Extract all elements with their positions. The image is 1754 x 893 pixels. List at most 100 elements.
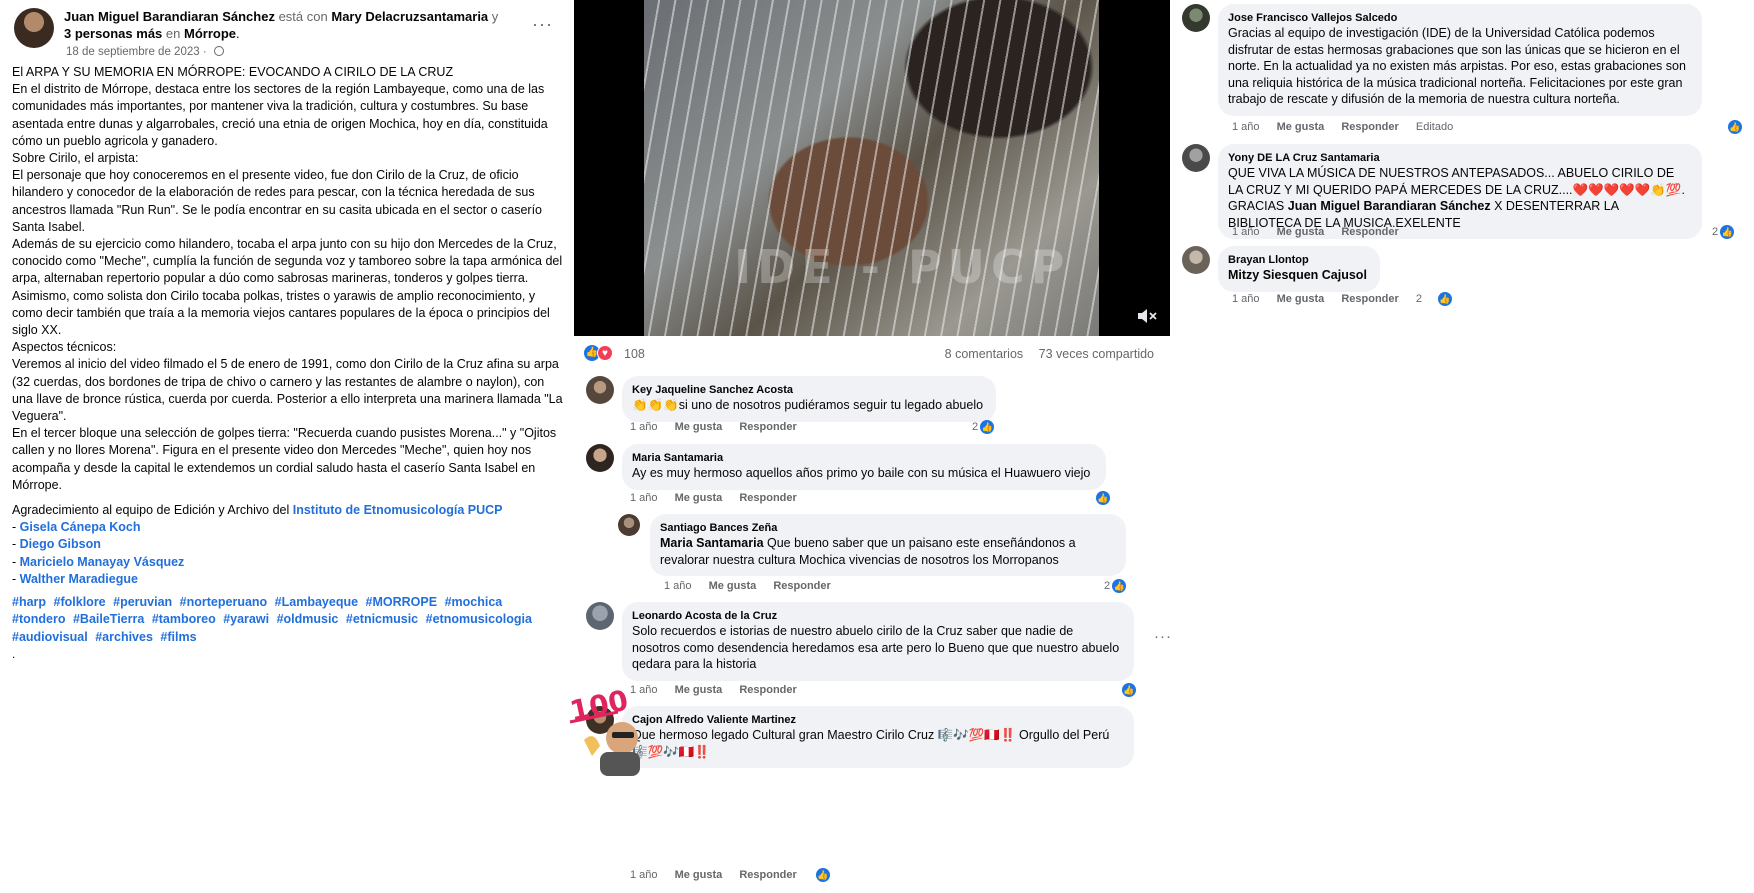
more-options-icon[interactable]: ··· [532, 14, 553, 35]
hashtag[interactable]: #Lambayeque [275, 595, 358, 609]
reply-button[interactable]: Responder [739, 421, 796, 433]
video-player[interactable]: IDE - PUCP [574, 0, 1170, 336]
commenter-avatar[interactable] [586, 376, 614, 404]
hashtag[interactable]: #mochica [445, 595, 503, 609]
reply-button[interactable]: Responder [1341, 226, 1398, 238]
like-button[interactable]: Me gusta [675, 492, 723, 504]
comment-reactions[interactable]: 2 👍 [972, 420, 995, 434]
comment-time[interactable]: 1 año [630, 869, 658, 881]
commenter-avatar[interactable] [1182, 246, 1210, 274]
commenter-name[interactable]: Santiago Bances Zeña [660, 521, 1114, 535]
reply-button[interactable]: Responder [739, 492, 796, 504]
place-link[interactable]: Mórrope [184, 26, 236, 41]
comment-actions: 1 año Me gusta Responder [630, 421, 811, 433]
mention-link[interactable]: Maria Santamaria [660, 536, 764, 550]
commenter-avatar[interactable] [586, 602, 614, 630]
commenter-name[interactable]: Maria Santamaria [632, 451, 1094, 465]
comment: Leonardo Acosta de la Cruz Solo recuerdo… [586, 602, 1176, 702]
author-name[interactable]: Juan Miguel Barandiaran Sánchez [64, 9, 275, 24]
post-date-text[interactable]: 18 de septiembre de 2023 [66, 46, 200, 58]
hashtag[interactable]: #audiovisual [12, 630, 88, 644]
commenter-name[interactable]: Brayan Llontop [1228, 253, 1368, 267]
commenter-avatar[interactable] [618, 514, 640, 536]
comment-reactions[interactable]: 👍 [1726, 120, 1742, 134]
commenter-name[interactable]: Key Jaqueline Sanchez Acosta [632, 383, 984, 397]
comment: Yony DE LA Cruz Santamaria QUE VIVA LA M… [1182, 144, 1742, 240]
hashtag[interactable]: #harp [12, 595, 46, 609]
tagged-person[interactable]: Mary Delacruzsantamaria [331, 9, 488, 24]
hashtag[interactable]: #etnicmusic [346, 612, 418, 626]
institute-link[interactable]: Instituto de Etnomusicología PUCP [293, 503, 503, 517]
collaborator-item: - Maricielo Manayay Vásquez [12, 554, 185, 569]
hashtag[interactable]: #yarawi [223, 612, 269, 626]
like-icon[interactable]: 👍 [1438, 292, 1452, 306]
reply-button[interactable]: Responder [773, 580, 830, 592]
comment-count[interactable]: 8 comentarios [945, 347, 1024, 361]
mention-link[interactable]: Mitzy Siesquen Cajusol [1228, 268, 1367, 282]
collaborator-item: - Gisela Cánepa Koch [12, 520, 141, 535]
like-button[interactable]: Me gusta [1277, 293, 1325, 305]
speaker-muted-icon[interactable] [1136, 306, 1158, 326]
comment-reactions[interactable]: 2 👍 [1712, 225, 1735, 239]
comment-time[interactable]: 1 año [664, 580, 692, 592]
reply-button[interactable]: Responder [1341, 293, 1398, 305]
mention-link[interactable]: Juan Miguel Barandiaran Sánchez [1288, 199, 1491, 213]
comment-time[interactable]: 1 año [630, 421, 658, 433]
comment-more-icon[interactable]: ··· [1154, 628, 1172, 645]
commenter-name[interactable]: Cajon Alfredo Valiente Martinez [632, 713, 1122, 727]
hashtag[interactable]: #MORROPE [366, 595, 438, 609]
comment-reactions[interactable]: 👍 [1094, 491, 1110, 505]
hashtag[interactable]: #tondero [12, 612, 65, 626]
comment-actions: 1 año Me gusta Responder [1232, 226, 1413, 238]
like-button[interactable]: Me gusta [1277, 121, 1325, 133]
like-button[interactable]: Me gusta [675, 684, 723, 696]
commenter-avatar[interactable] [1182, 4, 1210, 32]
hashtag[interactable]: #etnomusicologia [426, 612, 532, 626]
hashtag[interactable]: #folklore [54, 595, 106, 609]
like-button[interactable]: Me gusta [675, 869, 723, 881]
reaction-count[interactable]: 108 [624, 347, 645, 361]
commenter-name[interactable]: Jose Francisco Vallejos Salcedo [1228, 11, 1690, 25]
hashtag[interactable]: #norteperuano [180, 595, 268, 609]
comment-time[interactable]: 1 año [1232, 226, 1260, 238]
with-word: está con [278, 9, 328, 24]
author-avatar[interactable] [14, 8, 54, 48]
hashtag[interactable]: #archives [95, 630, 153, 644]
thanks-prefix: Agradecimiento al equipo de Edición y Ar… [12, 503, 290, 518]
comment-actions: 1 año Me gusta Responder Editado [1232, 121, 1467, 133]
others-link[interactable]: 3 personas más [64, 26, 162, 41]
share-count[interactable]: 73 veces compartido [1039, 347, 1154, 361]
comment-reactions[interactable]: 2 👍 [1104, 579, 1127, 593]
commenter-avatar[interactable] [586, 444, 614, 472]
reaction-icons[interactable]: 👍 ♥ [584, 345, 613, 361]
collaborator-link[interactable]: Diego Gibson [20, 537, 101, 551]
commenter-name[interactable]: Leonardo Acosta de la Cruz [632, 609, 1122, 623]
hashtag[interactable]: #peruvian [113, 595, 172, 609]
comment-text: 👏👏👏si uno de nosotros pudiéramos seguir … [632, 398, 984, 412]
like-button[interactable]: Me gusta [1277, 226, 1325, 238]
hashtag[interactable]: #BaileTierra [73, 612, 144, 626]
comment-time[interactable]: 1 año [1232, 293, 1260, 305]
reply-button[interactable]: Responder [1341, 121, 1398, 133]
comment-reactions[interactable]: 👍 [1120, 683, 1136, 697]
reply-button[interactable]: Responder [739, 684, 796, 696]
like-icon: 👍 [1096, 491, 1110, 505]
comment-time[interactable]: 1 año [630, 492, 658, 504]
collaborator-link[interactable]: Gisela Cánepa Koch [20, 520, 141, 534]
comment-time[interactable]: 1 año [1232, 121, 1260, 133]
comment-text: Que hermoso legado Cultural gran Maestro… [632, 728, 1110, 759]
like-button[interactable]: Me gusta [709, 580, 757, 592]
post-body: El ARPA Y SU MEMORIA EN MÓRROPE: EVOCAND… [12, 64, 563, 663]
commenter-name[interactable]: Yony DE LA Cruz Santamaria [1228, 151, 1690, 165]
post-date[interactable]: 18 de septiembre de 2023 · [66, 46, 224, 58]
hashtag[interactable]: #oldmusic [277, 612, 339, 626]
hashtag[interactable]: #tamboreo [152, 612, 216, 626]
comment: Key Jaqueline Sanchez Acosta 👏👏👏si uno d… [586, 376, 1016, 440]
like-button[interactable]: Me gusta [675, 421, 723, 433]
and-word: y [491, 9, 499, 24]
hashtag[interactable]: #films [160, 630, 196, 644]
collaborator-link[interactable]: Walther Maradiegue [20, 572, 138, 586]
reply-button[interactable]: Responder [739, 869, 796, 881]
commenter-avatar[interactable] [1182, 144, 1210, 172]
collaborator-link[interactable]: Maricielo Manayay Vásquez [20, 555, 185, 569]
